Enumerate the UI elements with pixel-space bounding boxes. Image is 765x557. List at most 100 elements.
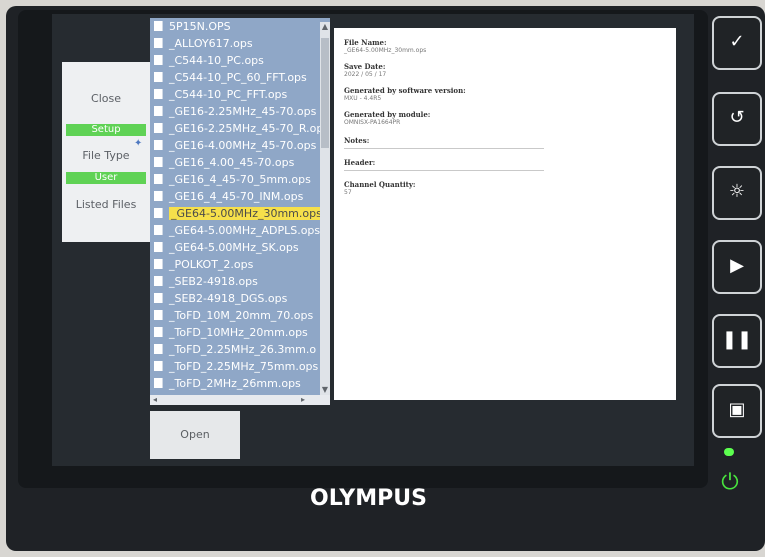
power-icon: ⏻: [721, 470, 739, 495]
file-icon: [154, 38, 163, 48]
file-icon: [154, 242, 163, 252]
user-tab[interactable]: User: [66, 172, 146, 184]
file-icon: [154, 106, 163, 116]
file-icon: [154, 191, 163, 201]
module-title: Generated by module:: [344, 110, 431, 119]
file-icon: [154, 174, 163, 184]
header-title: Header:: [344, 158, 376, 167]
brightness-key[interactable]: ☼: [712, 166, 762, 220]
file-list-item-label: _C544-10_PC_FFT.ops: [169, 88, 288, 101]
brightness-icon: ☼: [728, 181, 746, 202]
file-list-item[interactable]: _GE64-5.00MHz_30mm.ops: [150, 205, 320, 222]
file-list-item[interactable]: _ToFD_2.25MHz_75mm.ops: [150, 358, 320, 375]
file-type-button[interactable]: File Type: [62, 149, 150, 162]
scroll-right-icon[interactable]: ▸: [298, 395, 308, 405]
file-list-item[interactable]: _GE16-2.25MHz_45-70.ops: [150, 103, 320, 120]
file-list-item-label: _ToFD_2.25MHz_75mm.ops: [169, 360, 319, 373]
scroll-left-icon[interactable]: ◂: [150, 395, 160, 405]
file-list-item[interactable]: _GE16_4_45-70_INM.ops: [150, 188, 320, 205]
file-list-item[interactable]: _C544-10_PC_60_FFT.ops: [150, 69, 320, 86]
file-list-item-label: _ToFD_2.25MHz_26.3mm.o: [169, 343, 317, 356]
file-icon: [154, 378, 163, 388]
module-value: OMNISX-PA1664PR: [344, 119, 401, 126]
listed-files-button[interactable]: Listed Files: [62, 198, 150, 211]
power-button[interactable]: ⏻: [712, 466, 748, 502]
file-list-horizontal-scrollbar[interactable]: ◂ ▸: [150, 395, 330, 405]
software-version-value: MXU - 4.4R5: [344, 95, 382, 102]
file-list-item[interactable]: _GE64-5.00MHz_ADPLS.ops: [150, 222, 320, 239]
file-list: _ToFD_2MHz_26mm.ops _ToFD_2.25MHz_75mm.op…: [150, 18, 330, 395]
file-list-item-label: _ALLOY617.ops: [169, 37, 253, 50]
file-list-item-label: _GE16-2.25MHz_45-70.ops: [169, 105, 317, 118]
save-key[interactable]: ▣: [712, 384, 762, 438]
play-key[interactable]: ▶: [712, 240, 762, 294]
scroll-down-icon[interactable]: ▼: [320, 385, 330, 395]
file-icon: [154, 327, 163, 337]
file-list-item-label: _GE64-5.00MHz_ADPLS.ops: [169, 224, 320, 237]
file-icon: [154, 276, 163, 286]
file-list-item-label: _GE16-2.25MHz_45-70_R.op: [169, 122, 320, 135]
file-list-item[interactable]: _ToFD_2.25MHz_26.3mm.o: [150, 341, 320, 358]
file-list-item-label: _POLKOT_2.ops: [169, 258, 254, 271]
file-icon: [154, 344, 163, 354]
file-icon: [154, 157, 163, 167]
file-list-item[interactable]: _GE64-5.00MHz_SK.ops: [150, 239, 320, 256]
software-version-title: Generated by software version:: [344, 86, 466, 95]
file-list-item[interactable]: _SEB2-4918.ops: [150, 273, 320, 290]
undo-key[interactable]: ↺: [712, 92, 762, 146]
file-list-vertical-scrollbar[interactable]: ▲ ▼: [320, 22, 330, 395]
file-list-item-label: _SEB2-4918_DGS.ops: [169, 292, 288, 305]
undo-icon: ↺: [729, 107, 745, 128]
file-icon: [154, 140, 163, 150]
setup-tab[interactable]: Setup: [66, 124, 146, 136]
scroll-up-icon[interactable]: ▲: [320, 22, 330, 32]
file-list-item-label: _C544-10_PC_60_FFT.ops: [169, 71, 307, 84]
file-icon: [154, 21, 163, 31]
file-list-item-label: _GE64-5.00MHz_SK.ops: [169, 241, 299, 254]
file-list-item-label: _ToFD_10M_20mm_70.ops: [169, 309, 314, 322]
file-list-item[interactable]: _GE16_4.00_45-70.ops: [150, 154, 320, 171]
pause-key[interactable]: ❚❚: [712, 314, 762, 368]
save-date-title: Save Date:: [344, 62, 386, 71]
file-list-item-label: 5P15N.OPS: [169, 20, 231, 33]
scroll-thumb[interactable]: [321, 38, 329, 148]
file-list-item[interactable]: _GE16-2.25MHz_45-70_R.op: [150, 120, 320, 137]
file-list-item-label: _C544-10_PC.ops: [169, 54, 264, 67]
file-list-item[interactable]: 5P15N.OPS: [150, 18, 320, 35]
file-list-item[interactable]: _ALLOY617.ops: [150, 35, 320, 52]
open-button[interactable]: Open: [150, 411, 240, 459]
header-divider: [344, 170, 544, 171]
file-list-item[interactable]: _SEB2-4918_DGS.ops: [150, 290, 320, 307]
file-list-item[interactable]: _GE16_4_45-70_5mm.ops: [150, 171, 320, 188]
file-list-item-label: _GE16_4.00_45-70.ops: [169, 156, 295, 169]
screen: Close Setup File Type ✦ User Listed File…: [52, 14, 694, 466]
file-icon: [154, 208, 163, 218]
file-list-item-label: _GE16_4_45-70_5mm.ops: [169, 173, 311, 186]
save-date-value: 2022 / 05 / 17: [344, 71, 387, 78]
file-name-title: File Name:: [344, 38, 387, 47]
file-list-item[interactable]: _ToFD_10M_20mm_70.ops: [150, 307, 320, 324]
file-icon: [154, 55, 163, 65]
file-icon: [154, 89, 163, 99]
file-details-panel: File Name: _GE64-5.00MHz_30mm.ops Save D…: [334, 28, 676, 400]
file-list-item-label: _GE64-5.00MHz_30mm.ops: [169, 207, 320, 220]
file-icon: [154, 225, 163, 235]
file-icon: [154, 310, 163, 320]
file-icon: [154, 259, 163, 269]
file-list-item[interactable]: _GE16-4.00MHz_45-70.ops: [150, 137, 320, 154]
left-panel: Close Setup File Type ✦ User Listed File…: [62, 62, 150, 242]
file-list-item[interactable]: _C544-10_PC_FFT.ops: [150, 86, 320, 103]
check-key[interactable]: ✓: [712, 16, 762, 70]
file-list-item[interactable]: _ToFD_10MHz_20mm.ops: [150, 324, 320, 341]
save-icon: ▣: [728, 399, 746, 420]
channel-quantity-value: 57: [344, 189, 352, 196]
close-button[interactable]: Close: [62, 92, 150, 105]
file-icon: [154, 361, 163, 371]
pause-icon: ❚❚: [721, 329, 753, 350]
file-list-item-label: _GE16_4_45-70_INM.ops: [169, 190, 304, 203]
file-list-item[interactable]: _POLKOT_2.ops: [150, 256, 320, 273]
file-list-item[interactable]: _ToFD_2MHz_26mm.ops: [150, 375, 320, 392]
file-list-item[interactable]: _C544-10_PC.ops: [150, 52, 320, 69]
file-icon: [154, 123, 163, 133]
notes-title: Notes:: [344, 136, 370, 145]
